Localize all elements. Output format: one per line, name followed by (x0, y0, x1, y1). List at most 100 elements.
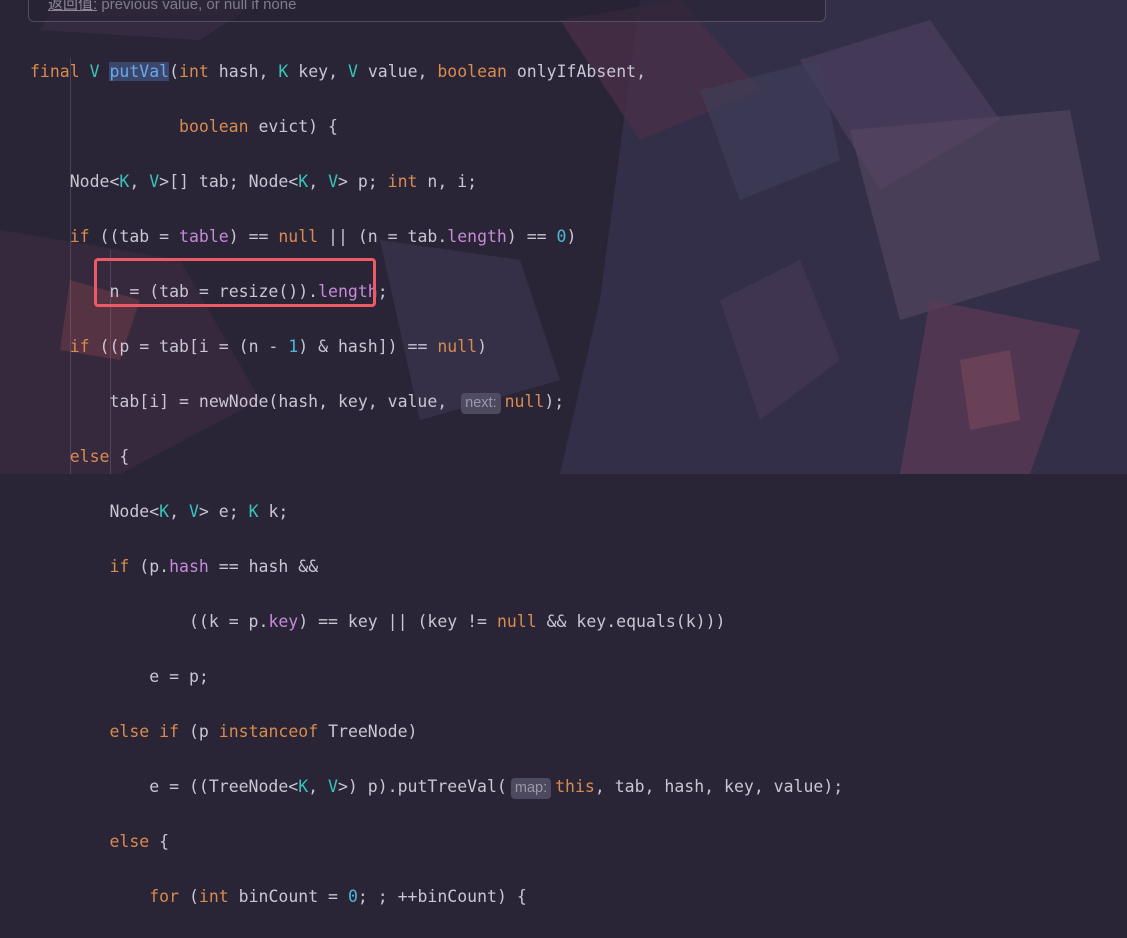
code-text: ((tab = (89, 226, 180, 246)
code-line-2: boolean evict) { (30, 113, 843, 141)
field-name: hash (169, 556, 209, 576)
number-literal: 1 (288, 336, 299, 356)
code-text: > e; (198, 501, 249, 521)
type-param: K (159, 501, 170, 521)
code-line-3: Node<K, V>[] tab; Node<K, V> p; int n, i… (30, 168, 843, 196)
code-line-13: else if (p instanceof TreeNode) (30, 718, 843, 746)
code-text: evict) { (258, 116, 338, 136)
code-text: ((k = p. (188, 611, 269, 631)
keyword: instanceof (218, 721, 319, 741)
keyword: if (69, 226, 90, 246)
code-text: ( (179, 886, 199, 906)
code-line-12: e = p; (30, 663, 843, 691)
code-text: { (109, 446, 130, 466)
code-text: { (149, 831, 170, 851)
code-editor[interactable]: final V putVal(int hash, K key, V value,… (30, 30, 843, 938)
code-text: (p (179, 721, 219, 741)
keyword: if (69, 336, 90, 356)
keyword: boolean (437, 61, 507, 81)
code-text: ) == key || (key != (298, 611, 497, 631)
code-text: , (308, 776, 329, 796)
code-text: ) & hash]) == (298, 336, 438, 356)
type-param: K (119, 171, 130, 191)
code-line-8: else { (30, 443, 843, 471)
code-text: > p; (338, 171, 388, 191)
type-param: V (149, 171, 160, 191)
code-text: ((p = tab[i = (n - (89, 336, 289, 356)
code-line-10: if (p.hash == hash && (30, 553, 843, 581)
doc-return-description: previous value, or null if none (97, 0, 297, 13)
code-line-15: else { (30, 828, 843, 856)
type-param: V (188, 501, 199, 521)
doc-comment-text: 返回值: previous value, or null if none (48, 0, 296, 14)
type-param: V (347, 61, 358, 81)
code-text: ; (377, 281, 388, 301)
keyword: for (149, 886, 180, 906)
code-line-7: tab[i] = newNode(hash, key, value, next:… (30, 388, 843, 416)
code-text: Node< (69, 171, 120, 191)
keyword: else (69, 446, 110, 466)
keyword: this (555, 776, 595, 796)
keyword: null (437, 336, 478, 356)
code-line-6: if ((p = tab[i = (n - 1) & hash]) == nul… (30, 333, 843, 361)
code-text: n, i; (417, 171, 478, 191)
number-literal: 0 (347, 886, 358, 906)
code-line-16: for (int binCount = 0; ; ++binCount) { (30, 883, 843, 911)
code-text: tab[i] = newNode(hash, key, value, (109, 391, 458, 411)
parameter-hint: next: (461, 392, 501, 414)
code-text: ; ; ++binCount) { (357, 886, 527, 906)
type-param: K (278, 61, 289, 81)
keyword: if (109, 556, 130, 576)
code-text: == hash && (208, 556, 319, 576)
code-text: >[] tab; Node< (159, 171, 299, 191)
code-text: ) == (506, 226, 557, 246)
param: key, (298, 61, 339, 81)
field-name: key (268, 611, 299, 631)
field-name: length (447, 226, 507, 246)
param: value, (367, 61, 428, 81)
code-line-9: Node<K, V> e; K k; (30, 498, 843, 526)
code-text: k; (258, 501, 289, 521)
doc-return-label: 返回值: (48, 0, 98, 13)
code-line-1: final V putVal(int hash, K key, V value,… (30, 61, 646, 81)
field-name: table (179, 226, 229, 246)
code-text: TreeNode) (318, 721, 418, 741)
code-text: ) (566, 226, 577, 246)
code-text: (p. (129, 556, 170, 576)
code-text: e = p; (149, 666, 209, 686)
keyword: else (109, 831, 150, 851)
code-text: , (308, 171, 329, 191)
param: hash, (218, 61, 269, 81)
type-param: V (328, 776, 338, 796)
code-text: , (169, 501, 189, 521)
type-param: K (298, 171, 309, 191)
keyword: int (387, 171, 418, 191)
code-line-4: if ((tab = table) == null || (n = tab.le… (30, 223, 843, 251)
code-line-14: e = ((TreeNode<K, V>) p).putTreeVal(map:… (30, 773, 843, 801)
code-text: binCount = (228, 886, 348, 906)
code-line-11: ((k = p.key) == key || (key != null && k… (30, 608, 843, 636)
param: onlyIfAbsent, (516, 61, 646, 81)
keyword: boolean (179, 116, 249, 136)
code-text: ); (544, 391, 565, 411)
type-param: K (248, 501, 259, 521)
type-param: K (298, 776, 309, 796)
code-text: , tab, hash, key, value); (594, 776, 844, 796)
code-text: ) (477, 336, 488, 356)
code-text: , (129, 171, 150, 191)
parameter-hint: map: (510, 777, 552, 799)
code-text: >) p).putTreeVal( (337, 776, 507, 796)
keyword: int (198, 886, 229, 906)
method-name[interactable]: putVal (109, 61, 170, 81)
code-text: || (n = tab. (318, 226, 448, 246)
keyword: null (504, 391, 545, 411)
code-text: e = ((TreeNode< (149, 776, 299, 796)
code-text: && key.equals(k))) (536, 611, 726, 631)
number-literal: 0 (556, 226, 567, 246)
type-param: V (328, 171, 338, 191)
code-text: ) == (228, 226, 279, 246)
keyword: else (109, 721, 150, 741)
keyword: int (179, 61, 209, 81)
code-text: Node< (109, 501, 160, 521)
keyword: null (496, 611, 537, 631)
